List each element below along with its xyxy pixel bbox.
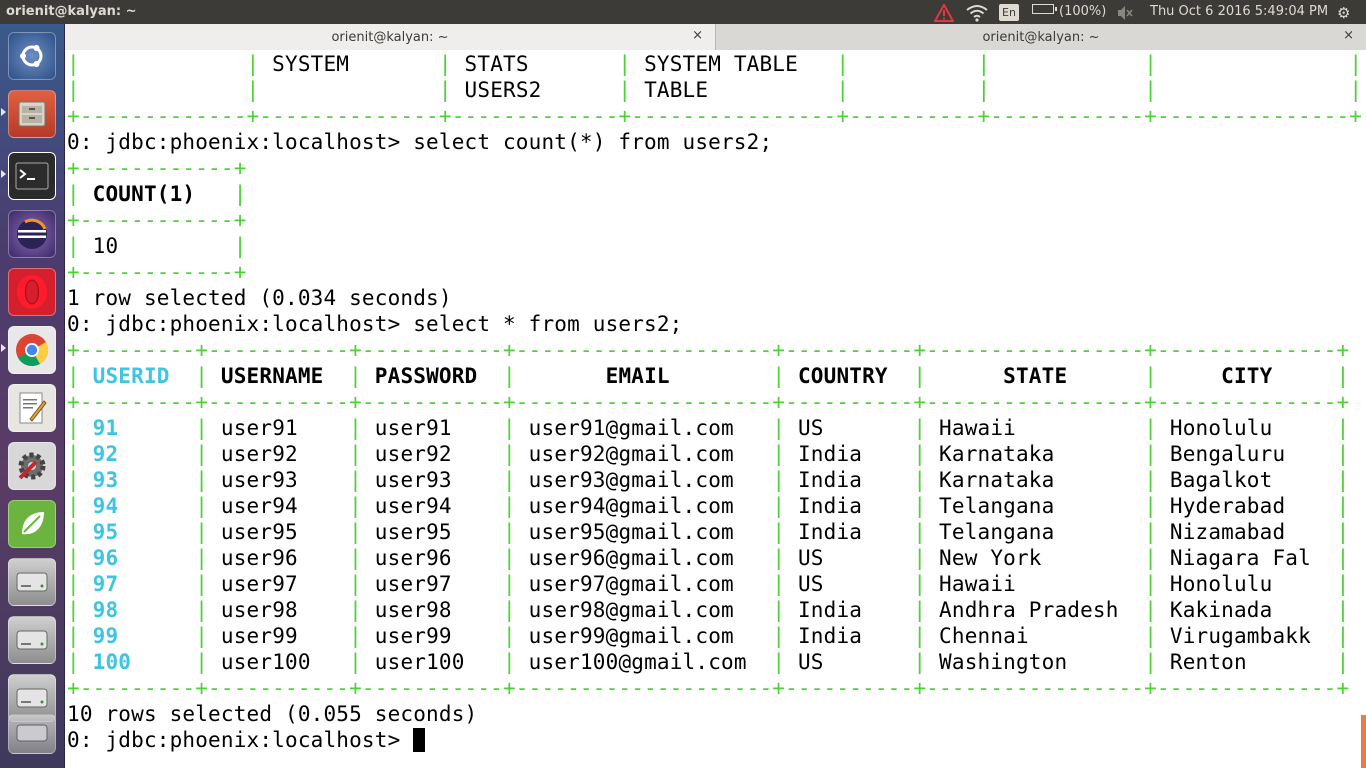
drive-icon[interactable]	[8, 714, 56, 754]
volume-muted-icon[interactable]	[1116, 4, 1134, 26]
table-border: +------------+	[67, 208, 247, 232]
table-border: +------------+	[67, 260, 247, 284]
drive-icon[interactable]	[8, 558, 56, 606]
system-settings-icon[interactable]	[8, 442, 56, 490]
battery-percentage[interactable]: (100%)	[1059, 4, 1106, 19]
output-line: | | | USERS2 | TABLE | | | |	[67, 78, 1363, 102]
spring-icon[interactable]	[8, 500, 56, 548]
status-line: 1 row selected (0.034 seconds)	[67, 286, 452, 310]
chrome-icon[interactable]	[8, 326, 56, 374]
table-border: +---------+-----------+-----------+-----…	[67, 338, 1350, 362]
table-row: | 97 | user97 | user97 | user97@gmail.co…	[67, 572, 1350, 596]
table-border: +-------------+--------------+----------…	[67, 104, 1363, 128]
terminal-output[interactable]: | | SYSTEM | STATS | SYSTEM TABLE | | | …	[65, 50, 1366, 768]
eclipse-icon[interactable]	[8, 210, 56, 258]
prompt-line: 0: jdbc:phoenix:localhost> select count(…	[67, 130, 773, 154]
scrollbar-thumb[interactable]	[1361, 715, 1366, 768]
table-row: | 93 | user93 | user93 | user93@gmail.co…	[67, 468, 1350, 492]
tab-label: orienit@kalyan: ~	[982, 30, 1100, 45]
keyboard-layout-indicator[interactable]: En	[999, 4, 1019, 21]
opera-icon[interactable]	[8, 268, 56, 316]
prompt-line: 0: jdbc:phoenix:localhost> select * from…	[67, 312, 683, 336]
table-row: | 95 | user95 | user95 | user95@gmail.co…	[67, 520, 1350, 544]
power-icon[interactable]: ⚙	[1337, 4, 1350, 22]
table-row: | 10 |	[67, 234, 247, 258]
battery-icon[interactable]	[1032, 4, 1057, 14]
warning-icon[interactable]	[933, 2, 955, 26]
tab-terminal-1[interactable]: orienit@kalyan: ~ ×	[65, 24, 716, 50]
close-tab-icon[interactable]: ×	[692, 28, 703, 43]
window-title: orienit@kalyan: ~	[6, 4, 137, 19]
table-header: | COUNT(1) |	[67, 182, 247, 206]
table-row: | 91 | user91 | user91 | user91@gmail.co…	[67, 416, 1350, 440]
text-editor-icon[interactable]	[8, 384, 56, 432]
table-border: +------------+	[67, 156, 247, 180]
table-row: | 92 | user92 | user92 | user92@gmail.co…	[67, 442, 1350, 466]
wifi-icon[interactable]	[966, 4, 988, 26]
output-line: | | SYSTEM | STATS | SYSTEM TABLE | | | …	[67, 52, 1363, 76]
close-tab-icon[interactable]: ×	[1343, 28, 1354, 43]
table-row: | 94 | user94 | user94 | user94@gmail.co…	[67, 494, 1350, 518]
table-border: +---------+-----------+-----------+-----…	[67, 390, 1350, 414]
table-border: +---------+-----------+-----------+-----…	[67, 676, 1350, 700]
launcher	[0, 24, 65, 768]
ubuntu-dash-icon[interactable]	[8, 32, 56, 80]
terminal-tab-bar: orienit@kalyan: ~ × orienit@kalyan: ~ ×	[65, 24, 1366, 51]
table-row: | 100 | user100 | user100 | user100@gmai…	[67, 650, 1350, 674]
terminal-icon[interactable]	[8, 152, 56, 200]
status-line: 10 rows selected (0.055 seconds)	[67, 702, 478, 726]
tab-label: orienit@kalyan: ~	[331, 30, 449, 45]
top-panel: orienit@kalyan: ~ En (100%) Thu Oct 6 20…	[0, 0, 1366, 24]
table-row: | 98 | user98 | user98 | user98@gmail.co…	[67, 598, 1350, 622]
table-header: | USERID | USERNAME | PASSWORD | EMAIL |…	[67, 364, 1350, 388]
prompt-line: 0: jdbc:phoenix:localhost>	[67, 727, 426, 753]
table-row: | 96 | user96 | user96 | user96@gmail.co…	[67, 546, 1350, 570]
tab-terminal-2[interactable]: orienit@kalyan: ~ ×	[716, 24, 1366, 50]
drive-icon[interactable]	[8, 616, 56, 664]
files-icon[interactable]	[8, 90, 56, 138]
text-cursor	[413, 728, 426, 752]
table-row: | 99 | user99 | user99 | user99@gmail.co…	[67, 624, 1350, 648]
clock[interactable]: Thu Oct 6 2016 5:49:04 PM	[1150, 4, 1328, 19]
